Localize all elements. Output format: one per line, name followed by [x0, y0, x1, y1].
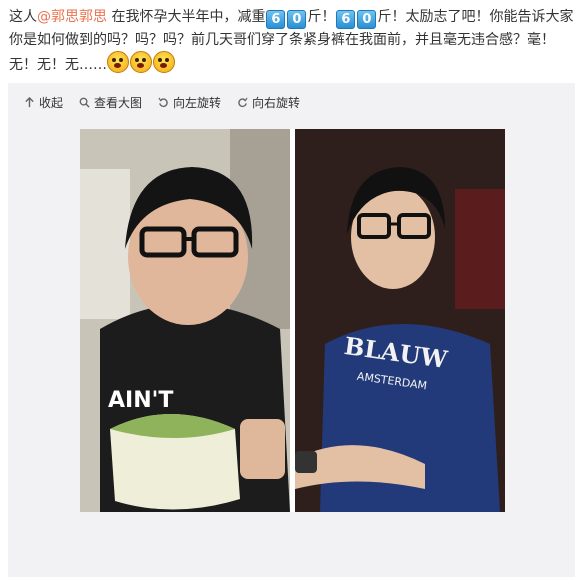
number-six-emoji: 6: [336, 10, 356, 29]
rotate-left-icon: [158, 97, 168, 107]
post-text-part: 斤！: [307, 9, 336, 25]
view-large-button[interactable]: 查看大图: [79, 94, 142, 111]
number-zero-emoji: 0: [357, 10, 377, 29]
photo-before-illustration: AIN'T: [80, 129, 290, 512]
photo-before: AIN'T: [80, 129, 290, 512]
photo-after-illustration: BLAUW AMSTERDAM: [295, 129, 505, 512]
rotate-left-label: 向左旋转: [173, 95, 222, 110]
arrow-up-icon: [25, 96, 34, 107]
collapse-button[interactable]: 收起: [24, 94, 63, 111]
post-text-part: 这人: [9, 9, 37, 25]
rotate-right-icon: [238, 97, 248, 107]
rotate-right-button[interactable]: 向右旋转: [237, 94, 300, 111]
media-toolbar: 收起 查看大图 向左旋转 向右旋转: [24, 93, 300, 111]
post-text: 这人@郭思郭思 在我怀孕大半年中，减重 6 0 斤！ 6 0 斤！太励志了吧！你能告诉大家你…: [9, 6, 575, 76]
shocked-emoji-icon: [107, 51, 129, 73]
post-photo[interactable]: AIN'T BLAUW AMSTERDAM: [80, 129, 505, 512]
collapse-label: 收起: [39, 95, 64, 110]
user-mention-link[interactable]: @郭思郭思: [37, 9, 107, 25]
shocked-emoji-icon: [153, 51, 175, 73]
number-zero-emoji: 0: [287, 10, 307, 29]
magnifier-icon: [79, 97, 90, 108]
rotate-left-button[interactable]: 向左旋转: [158, 94, 221, 111]
media-expanded-panel: 收起 查看大图 向左旋转 向右旋转 AIN'T BLAUW AMSTERDAM: [8, 83, 575, 577]
post-text-part: 在我怀孕大半年中，减重: [107, 9, 266, 25]
left-shirt-text: AIN'T: [108, 388, 173, 413]
number-six-emoji: 6: [266, 10, 286, 29]
photo-after: BLAUW AMSTERDAM: [295, 129, 505, 512]
rotate-right-label: 向右旋转: [252, 95, 301, 110]
view-large-label: 查看大图: [94, 95, 143, 110]
shocked-emoji-icon: [130, 51, 152, 73]
